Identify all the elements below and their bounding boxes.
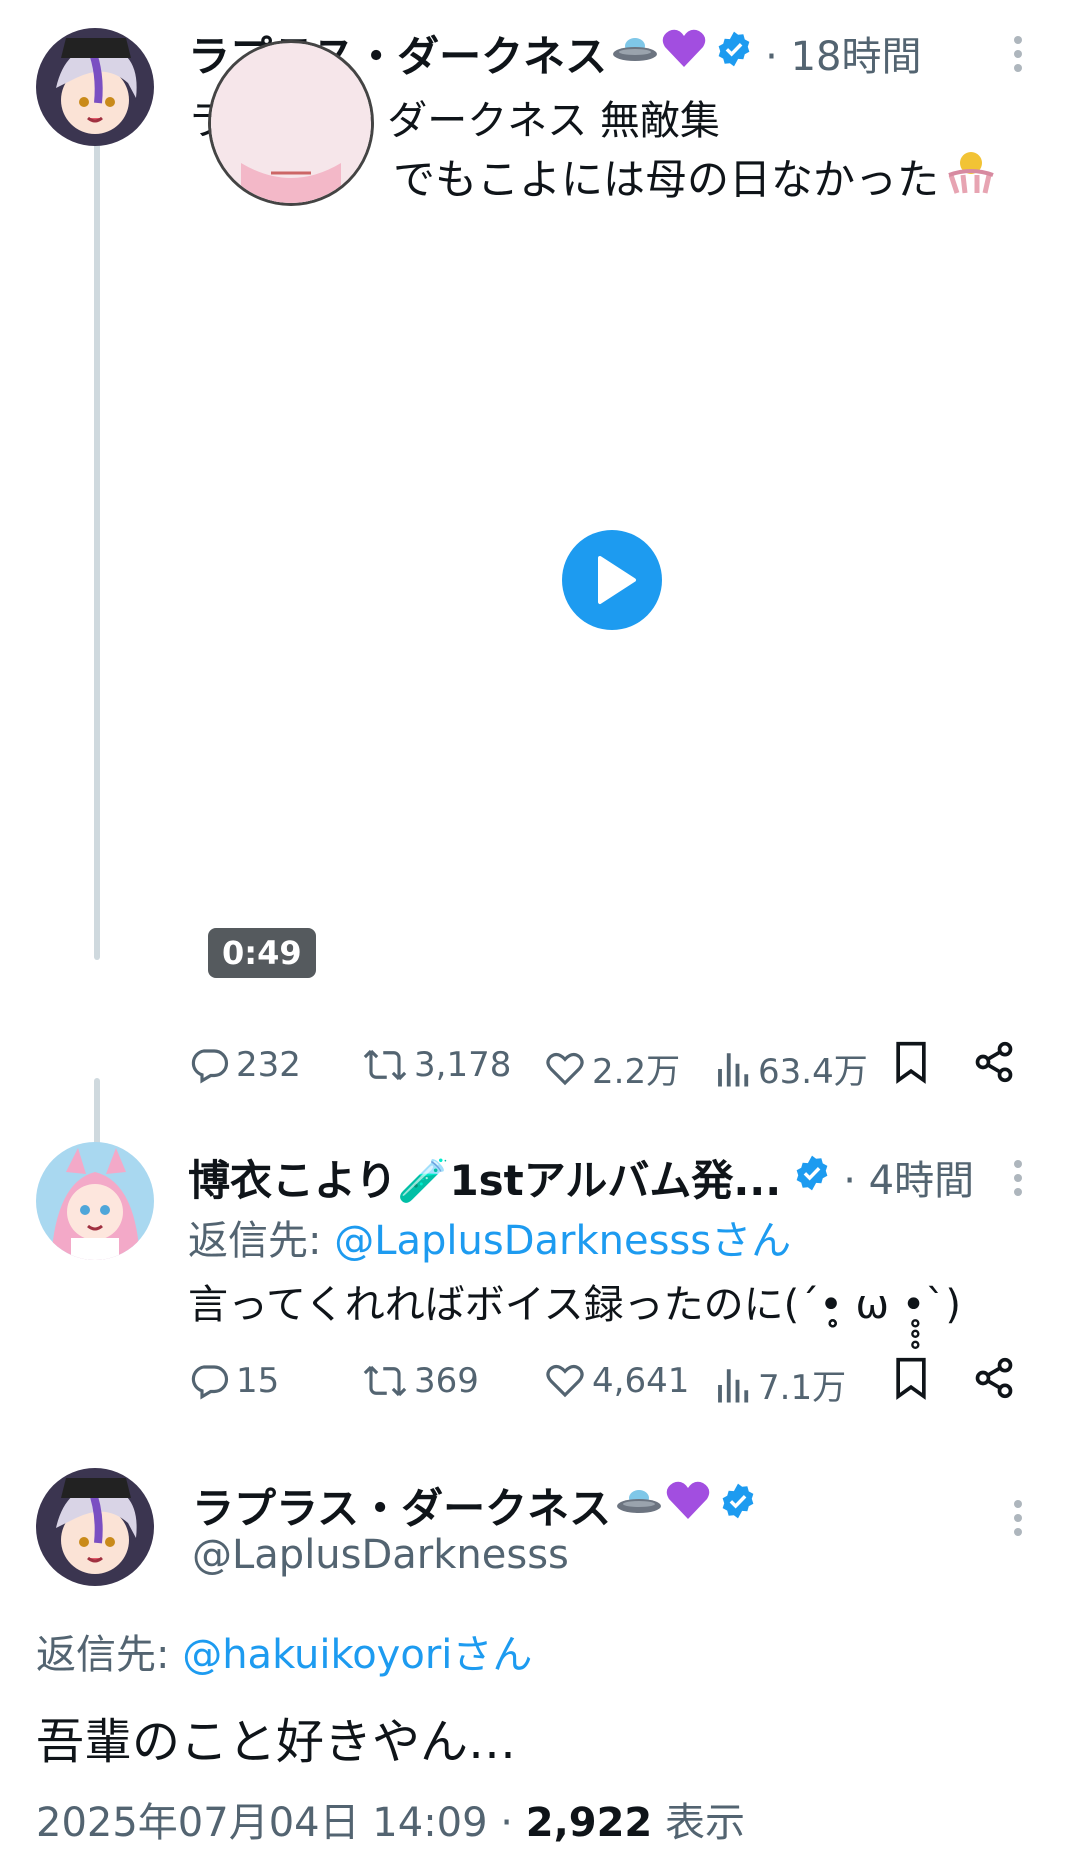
- video-player[interactable]: でもこよには母の日なかった 0:49: [188, 40, 1044, 996]
- more-options-icon[interactable]: [1012, 36, 1024, 72]
- reply-to-label: 返信先:: [188, 1218, 335, 1264]
- play-button[interactable]: [562, 530, 662, 630]
- retweet-count: 369: [414, 1361, 479, 1401]
- display-name[interactable]: ラプラス・ダークネス: [192, 1475, 611, 1536]
- like-button[interactable]: 4,641: [544, 1360, 689, 1402]
- purple-heart-icon: [665, 1479, 711, 1531]
- views-button[interactable]: 7.1万: [716, 1360, 846, 1409]
- tweet-text: 言ってくれればボイス録ったのに(´•̥̥̥ ω •̥̥̥`): [188, 1282, 961, 1328]
- views-button[interactable]: 63.4万: [716, 1044, 868, 1093]
- post-time[interactable]: · 18時間: [765, 24, 921, 82]
- retweet-count: 3,178: [414, 1045, 512, 1085]
- avatar[interactable]: [36, 1468, 154, 1586]
- post-timestamp[interactable]: 2025年07月04日 14:09 ·: [36, 1800, 526, 1846]
- dog-emoji-icon: [943, 149, 999, 205]
- video-duration: 0:49: [208, 928, 316, 978]
- avatar[interactable]: [36, 28, 154, 146]
- reply-icon: [191, 1049, 229, 1084]
- thread-line: [94, 130, 100, 960]
- views-count: 7.1万: [758, 1368, 847, 1408]
- avatar[interactable]: [36, 1142, 154, 1260]
- post-time[interactable]: · 4時間: [843, 1148, 974, 1206]
- reply-button[interactable]: 232: [188, 1044, 301, 1086]
- views-icon: [718, 1052, 749, 1086]
- purple-heart-icon: [661, 27, 707, 79]
- ufo-icon: [611, 29, 659, 78]
- display-name[interactable]: 博衣こより🧪1stアルバム発...: [188, 1147, 781, 1208]
- like-count: 2.2万: [592, 1052, 681, 1092]
- view-count: 2,922: [525, 1800, 653, 1846]
- retweet-button[interactable]: 3,178: [362, 1044, 511, 1086]
- share-icon[interactable]: [972, 1040, 1016, 1088]
- reply-button[interactable]: 15: [188, 1360, 279, 1402]
- verified-badge-icon: [793, 1153, 831, 1202]
- views-icon: [718, 1368, 749, 1402]
- more-options-icon[interactable]: [1012, 1160, 1024, 1196]
- like-count: 4,641: [592, 1361, 690, 1401]
- more-options-icon[interactable]: [1012, 1500, 1024, 1536]
- bookmark-icon[interactable]: [892, 1356, 930, 1404]
- ufo-icon: [615, 1481, 663, 1530]
- user-handle[interactable]: @LaplusDarknesss: [192, 1532, 569, 1578]
- share-icon[interactable]: [972, 1356, 1016, 1404]
- reply-to-label: 返信先:: [36, 1632, 183, 1678]
- reply-to-mention[interactable]: @hakuikoyoriさん: [182, 1632, 532, 1678]
- retweet-button[interactable]: 369: [362, 1360, 479, 1402]
- reply-icon: [191, 1365, 229, 1400]
- retweet-icon: [363, 1049, 407, 1081]
- tweet-text: 吾輩のこと好きやん…: [36, 1714, 517, 1770]
- reply-count: 232: [236, 1045, 301, 1085]
- view-label: 表示: [652, 1800, 745, 1846]
- reply-to-mention[interactable]: @LaplusDarknesssさん: [334, 1218, 791, 1264]
- verified-badge-icon: [719, 1481, 757, 1530]
- reply-count: 15: [236, 1361, 280, 1401]
- video-caption: でもこよには母の日なかった: [393, 155, 940, 204]
- views-count: 63.4万: [758, 1052, 868, 1092]
- like-button[interactable]: 2.2万: [544, 1044, 680, 1093]
- play-icon: [598, 556, 636, 604]
- bookmark-icon[interactable]: [892, 1040, 930, 1088]
- video-thumbnail-avatar: [208, 40, 374, 206]
- heart-icon: [546, 1052, 584, 1085]
- retweet-icon: [363, 1365, 407, 1397]
- verified-badge-icon: [715, 29, 753, 78]
- heart-icon: [546, 1364, 584, 1398]
